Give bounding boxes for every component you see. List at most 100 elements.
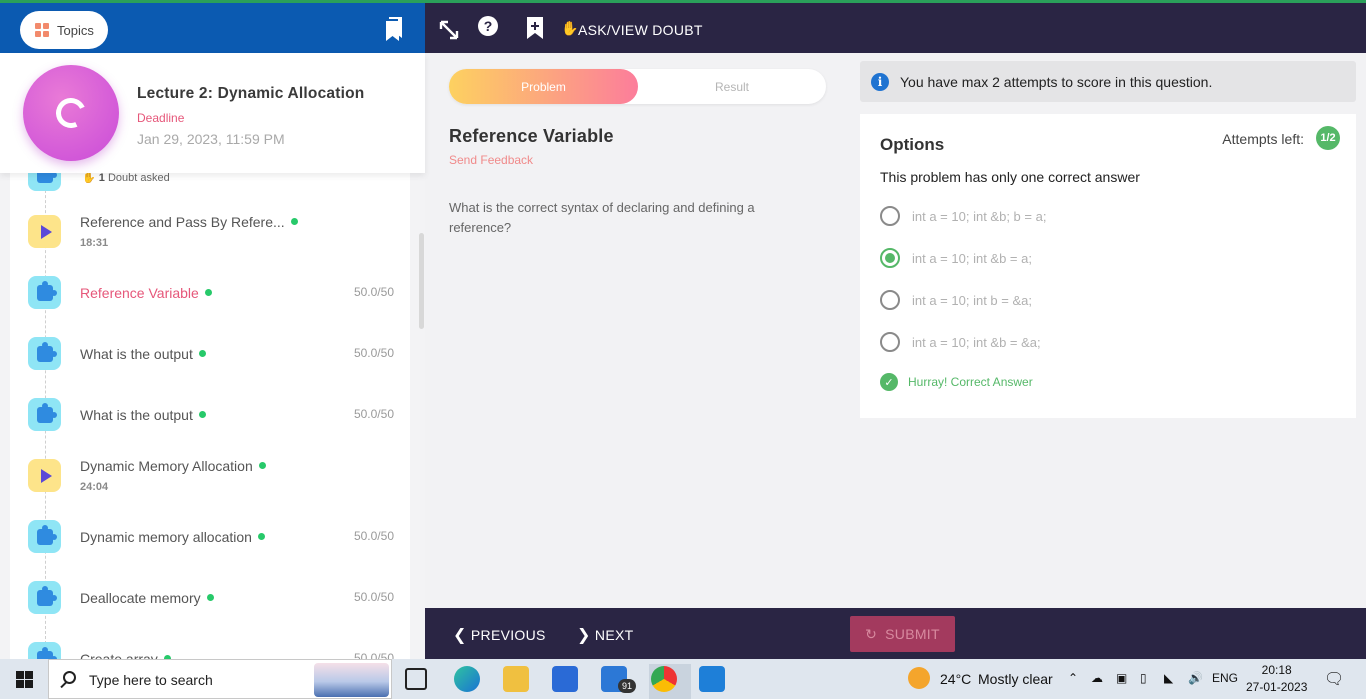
problem-icon: [28, 642, 61, 659]
bookmarks-icon[interactable]: [386, 17, 404, 41]
search-highlight-image: [314, 663, 389, 697]
option-text: int a = 10; int b = &a;: [912, 293, 1032, 308]
edge-browser-icon[interactable]: [454, 666, 480, 692]
list-item[interactable]: Reference Variable 50.0/50: [10, 259, 410, 320]
lecture-title: Lecture 2: Dynamic Allocation: [137, 85, 365, 102]
problem-icon: [28, 398, 61, 431]
item-score: 50.0/50: [353, 651, 394, 659]
help-icon[interactable]: ?: [478, 16, 498, 36]
item-duration: 24:04: [80, 481, 109, 493]
list-item[interactable]: Dynamic memory allocation 50.0/50: [10, 503, 410, 564]
radio-button[interactable]: [880, 332, 900, 352]
option-1[interactable]: int a = 10; int &b; b = a;: [880, 206, 1340, 228]
chevron-left-icon: ❮: [453, 627, 467, 644]
topics-button[interactable]: Topics: [20, 11, 108, 49]
submit-button[interactable]: ↻ SUBMIT: [850, 616, 955, 652]
problem-icon: [28, 581, 61, 614]
weather-icon[interactable]: [908, 667, 930, 689]
radio-button-selected[interactable]: [880, 248, 900, 268]
list-item[interactable]: Create array 50.0/50: [10, 625, 410, 659]
item-score: 50.0/50: [353, 285, 394, 299]
weather-temp[interactable]: 24°C: [940, 671, 971, 687]
radio-button[interactable]: [880, 290, 900, 310]
search-placeholder: Type here to search: [89, 672, 213, 688]
clock[interactable]: 20:18 27-01-2023: [1246, 662, 1307, 696]
refresh-icon: ↻: [865, 625, 878, 642]
mail-badge: 91: [618, 679, 636, 693]
previous-button[interactable]: ❮ PREVIOUS: [453, 625, 546, 645]
notifications-icon[interactable]: 🗨: [1324, 669, 1344, 689]
question-text: What is the correct syntax of declaring …: [449, 200, 755, 235]
vscode-icon[interactable]: [699, 666, 725, 692]
clock-date: 27-01-2023: [1246, 680, 1308, 694]
item-score: 50.0/50: [353, 590, 394, 604]
topics-label: Topics: [57, 22, 94, 38]
options-title: Options: [880, 135, 945, 154]
attempts-left-label: Attempts left:: [1222, 131, 1304, 147]
language-indicator[interactable]: ENG: [1212, 671, 1238, 685]
os-taskbar: Type here to search 91 24°C Mostly clear…: [0, 659, 1366, 699]
meet-icon[interactable]: ▣: [1116, 671, 1127, 685]
list-item[interactable]: Dynamic Memory Allocation 24:04: [10, 442, 410, 503]
onedrive-icon[interactable]: ☁: [1091, 671, 1103, 685]
file-explorer-icon[interactable]: [503, 666, 529, 692]
chevron-right-icon: ❯: [577, 627, 591, 644]
problem-panel: Problem Result Reference Variable Send F…: [425, 53, 850, 608]
option-4[interactable]: int a = 10; int &b = &a;: [880, 332, 1340, 354]
check-circle-icon: ✓: [880, 373, 898, 391]
option-text: int a = 10; int &b; b = a;: [912, 209, 1047, 224]
chevron-up-icon[interactable]: ⌃: [1068, 671, 1078, 685]
item-label: Create array: [80, 651, 171, 659]
weather-desc[interactable]: Mostly clear: [978, 671, 1053, 687]
radio-button[interactable]: [880, 206, 900, 226]
chrome-icon[interactable]: [651, 666, 677, 692]
next-button[interactable]: ❯ NEXT: [577, 625, 633, 645]
fullscreen-icon[interactable]: [439, 20, 459, 40]
problem-icon: [28, 337, 61, 370]
item-label: What is the output: [80, 346, 206, 362]
grid-icon: [35, 23, 49, 37]
item-label: Reference and Pass By Refere...: [80, 214, 298, 230]
volume-icon[interactable]: 🔊: [1188, 671, 1203, 685]
add-bookmark-icon[interactable]: [527, 17, 543, 39]
completed-dot-icon: [257, 532, 265, 540]
list-item[interactable]: What is the output 50.0/50: [10, 381, 410, 442]
completed-dot-icon: [198, 349, 206, 357]
wifi-icon[interactable]: ◣: [1164, 671, 1173, 685]
ask-doubt-button[interactable]: ASK/VIEW DOUBT: [578, 22, 703, 38]
completed-dot-icon: [204, 288, 212, 296]
list-item[interactable]: Deallocate memory 50.0/50: [10, 564, 410, 625]
progress-ring-icon: [51, 93, 91, 133]
content-list: ✋ 1 Doubt asked Reference and Pass By Re…: [10, 160, 410, 659]
microsoft-store-icon[interactable]: [552, 666, 578, 692]
problem-tabs: Problem Result: [449, 69, 826, 104]
completed-dot-icon: [290, 217, 298, 225]
problem-icon: [28, 520, 61, 553]
list-item[interactable]: Reference and Pass By Refere... 18:31: [10, 198, 410, 259]
raised-hand-icon[interactable]: ✋: [561, 20, 578, 37]
completed-dot-icon: [198, 410, 206, 418]
deadline-date: Jan 29, 2023, 11:59 PM: [137, 131, 285, 147]
tab-problem[interactable]: Problem: [449, 69, 638, 104]
item-label: Reference Variable: [80, 285, 212, 301]
list-item[interactable]: What is the output 50.0/50: [10, 320, 410, 381]
battery-icon[interactable]: ▯: [1140, 671, 1147, 685]
problem-icon: [28, 276, 61, 309]
options-panel: i You have max 2 attempts to score in th…: [850, 53, 1366, 608]
options-card: Options Attempts left: 1/2 This problem …: [860, 114, 1356, 418]
item-score: 50.0/50: [353, 407, 394, 421]
options-subtitle: This problem has only one correct answer: [880, 169, 1140, 185]
task-view-icon[interactable]: [405, 668, 427, 690]
main-toolbar: ? ✋ ASK/VIEW DOUBT: [425, 0, 1366, 53]
windows-start-icon[interactable]: [16, 671, 33, 688]
sidebar-scrollbar[interactable]: [419, 233, 424, 329]
lecture-card: Lecture 2: Dynamic Allocation Deadline J…: [0, 53, 425, 173]
option-3[interactable]: int a = 10; int b = &a;: [880, 290, 1340, 312]
clock-time: 20:18: [1261, 663, 1292, 677]
option-2[interactable]: int a = 10; int &b = a;: [880, 248, 1340, 270]
taskbar-search[interactable]: Type here to search: [48, 659, 392, 699]
tab-result[interactable]: Result: [638, 69, 826, 104]
item-duration: 18:31: [80, 237, 109, 249]
item-label: Deallocate memory: [80, 590, 214, 606]
send-feedback-link[interactable]: Send Feedback: [449, 153, 533, 167]
